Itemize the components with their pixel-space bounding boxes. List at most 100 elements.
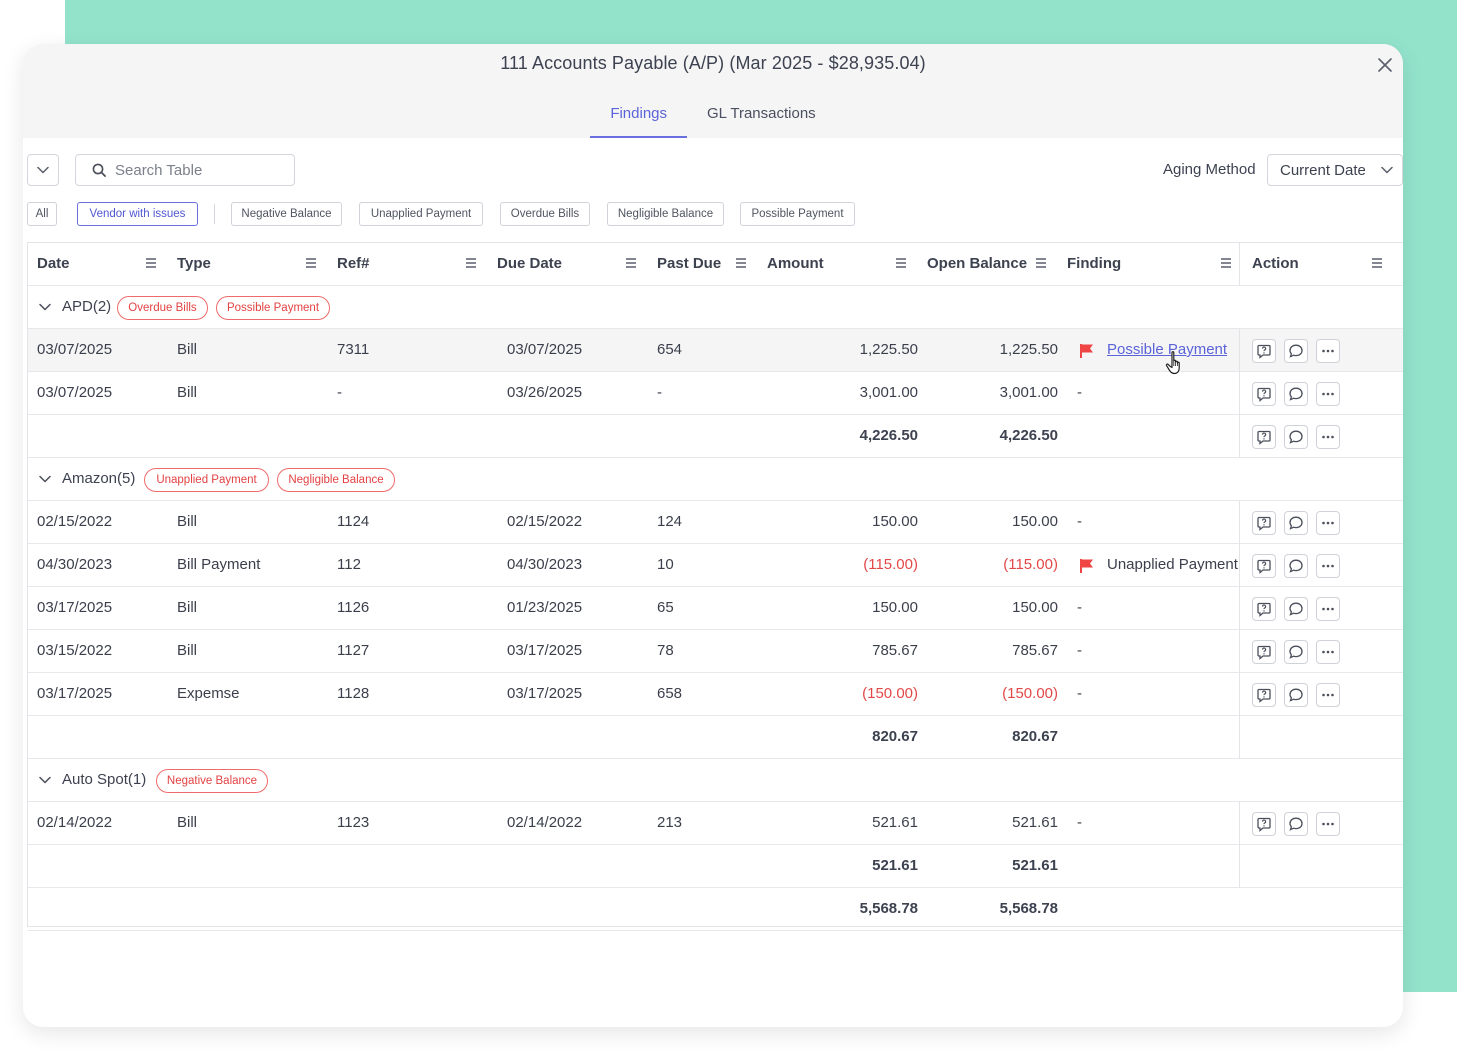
comment-button[interactable]: [1284, 425, 1308, 449]
filter-all[interactable]: All: [27, 202, 57, 226]
more-button[interactable]: [1316, 382, 1340, 406]
question-comment-icon: [1257, 516, 1271, 531]
comment-icon: [1289, 602, 1303, 616]
cell-type: Bill: [177, 513, 198, 530]
chevron-down-icon[interactable]: [38, 300, 52, 314]
table-row[interactable]: 03/07/2025 Bill 7311 03/07/2025 654 1,22…: [28, 329, 1403, 375]
filter-vendor-with-issues[interactable]: Vendor with issues: [77, 202, 198, 226]
column-menu-icon[interactable]: [735, 257, 747, 269]
table-row[interactable]: 03/07/2025 Bill - 03/26/2025 - 3,001.00 …: [28, 372, 1403, 415]
comment-button[interactable]: [1284, 812, 1308, 836]
more-icon: [1322, 650, 1334, 654]
col-action-header[interactable]: Action: [1252, 243, 1299, 286]
filter-negative-balance[interactable]: Negative Balance: [231, 202, 342, 226]
question-button[interactable]: [1252, 812, 1276, 836]
aging-method-select[interactable]: Current Date: [1267, 154, 1403, 186]
question-button[interactable]: [1252, 382, 1276, 406]
table-row[interactable]: 03/17/2025 Bill 1126 01/23/2025 65 150.0…: [28, 587, 1403, 630]
table-row[interactable]: 03/15/2022 Bill 1127 03/17/2025 78 785.6…: [28, 630, 1403, 673]
collapse-all-button[interactable]: [27, 154, 59, 186]
question-button[interactable]: [1252, 683, 1276, 707]
search-input[interactable]: [115, 161, 285, 179]
group-row-apd[interactable]: APD(2) Overdue Bills Possible Payment: [28, 286, 1403, 329]
cell-amount: 150.00: [872, 599, 918, 616]
filter-possible-payment[interactable]: Possible Payment: [740, 202, 855, 226]
question-button[interactable]: [1252, 339, 1276, 363]
table-row[interactable]: 03/17/2025 Expemse 1128 03/17/2025 658 (…: [28, 673, 1403, 716]
column-menu-icon[interactable]: [465, 257, 477, 269]
filter-unapplied-payment[interactable]: Unapplied Payment: [359, 202, 483, 226]
more-button[interactable]: [1316, 683, 1340, 707]
subtotal-open-balance: 521.61: [1012, 857, 1058, 874]
col-type-header[interactable]: Type: [177, 243, 211, 286]
close-icon: [1378, 58, 1392, 72]
column-menu-icon[interactable]: [305, 257, 317, 269]
column-menu-icon[interactable]: [1220, 257, 1232, 269]
column-menu-icon[interactable]: [1371, 257, 1383, 269]
col-due-date-header[interactable]: Due Date: [497, 243, 562, 286]
column-menu-icon[interactable]: [145, 257, 157, 269]
tab-gl-transactions[interactable]: GL Transactions: [687, 98, 836, 138]
more-button[interactable]: [1316, 554, 1340, 578]
question-button[interactable]: [1252, 425, 1276, 449]
column-divider: [1239, 415, 1240, 458]
more-button[interactable]: [1316, 812, 1340, 836]
cell-type: Bill: [177, 599, 198, 616]
more-icon: [1322, 435, 1334, 439]
more-button[interactable]: [1316, 597, 1340, 621]
modal-dialog: 111 Accounts Payable (A/P) (Mar 2025 - $…: [23, 44, 1403, 1027]
cell-past-due: -: [657, 384, 662, 401]
comment-button[interactable]: [1284, 640, 1308, 664]
more-button[interactable]: [1316, 339, 1340, 363]
cell-finding: -: [1077, 642, 1082, 659]
filter-overdue-bills[interactable]: Overdue Bills: [500, 202, 590, 226]
subtotal-amount: 521.61: [872, 857, 918, 874]
table-row[interactable]: 04/30/2023 Bill Payment 112 04/30/2023 1…: [28, 544, 1403, 587]
table-row[interactable]: 02/14/2022 Bill 1123 02/14/2022 213 521.…: [28, 802, 1403, 845]
table-row[interactable]: 02/15/2022 Bill 1124 02/15/2022 124 150.…: [28, 501, 1403, 544]
col-finding-header[interactable]: Finding: [1067, 243, 1121, 286]
cell-due-date: 03/17/2025: [507, 642, 583, 659]
chevron-down-icon[interactable]: [38, 773, 52, 787]
col-ref-header[interactable]: Ref#: [337, 243, 370, 286]
comment-button[interactable]: [1284, 683, 1308, 707]
comment-button[interactable]: [1284, 339, 1308, 363]
comment-button[interactable]: [1284, 382, 1308, 406]
question-comment-icon: [1257, 559, 1271, 574]
column-divider: [1239, 587, 1240, 630]
col-past-due-header[interactable]: Past Due: [657, 243, 721, 286]
cell-open-balance: (150.00): [1002, 685, 1058, 702]
question-button[interactable]: [1252, 640, 1276, 664]
table-header: Date Type Ref# Due Date Past Due Amount …: [28, 243, 1403, 286]
group-row-auto-spot[interactable]: Auto Spot(1) Negative Balance: [28, 759, 1403, 802]
filter-negligible-balance[interactable]: Negligible Balance: [607, 202, 724, 226]
cell-open-balance: 150.00: [1012, 513, 1058, 530]
comment-button[interactable]: [1284, 597, 1308, 621]
col-amount-header[interactable]: Amount: [767, 243, 824, 286]
finding-tag: Unapplied Payment: [144, 468, 269, 492]
col-open-balance-header[interactable]: Open Balance: [927, 243, 1027, 286]
question-button[interactable]: [1252, 554, 1276, 578]
question-button[interactable]: [1252, 597, 1276, 621]
more-button[interactable]: [1316, 511, 1340, 535]
subtotal-row: 521.61 521.61: [28, 845, 1403, 888]
group-row-amazon[interactable]: Amazon(5) Unapplied Payment Negligible B…: [28, 458, 1403, 501]
column-menu-icon[interactable]: [1035, 257, 1047, 269]
cell-finding: -: [1077, 384, 1082, 401]
col-date-header[interactable]: Date: [37, 243, 70, 286]
cell-past-due: 213: [657, 814, 683, 831]
more-icon: [1322, 822, 1334, 826]
comment-button[interactable]: [1284, 511, 1308, 535]
question-button[interactable]: [1252, 511, 1276, 535]
cell-amount: (115.00): [863, 556, 918, 573]
column-menu-icon[interactable]: [895, 257, 907, 269]
close-button[interactable]: [1373, 53, 1397, 77]
more-button[interactable]: [1316, 640, 1340, 664]
question-comment-icon: [1257, 645, 1271, 660]
chevron-down-icon[interactable]: [38, 472, 52, 486]
comment-button[interactable]: [1284, 554, 1308, 578]
cell-ref: 1124: [337, 513, 370, 530]
more-button[interactable]: [1316, 425, 1340, 449]
tab-findings[interactable]: Findings: [590, 98, 687, 138]
column-menu-icon[interactable]: [625, 257, 637, 269]
